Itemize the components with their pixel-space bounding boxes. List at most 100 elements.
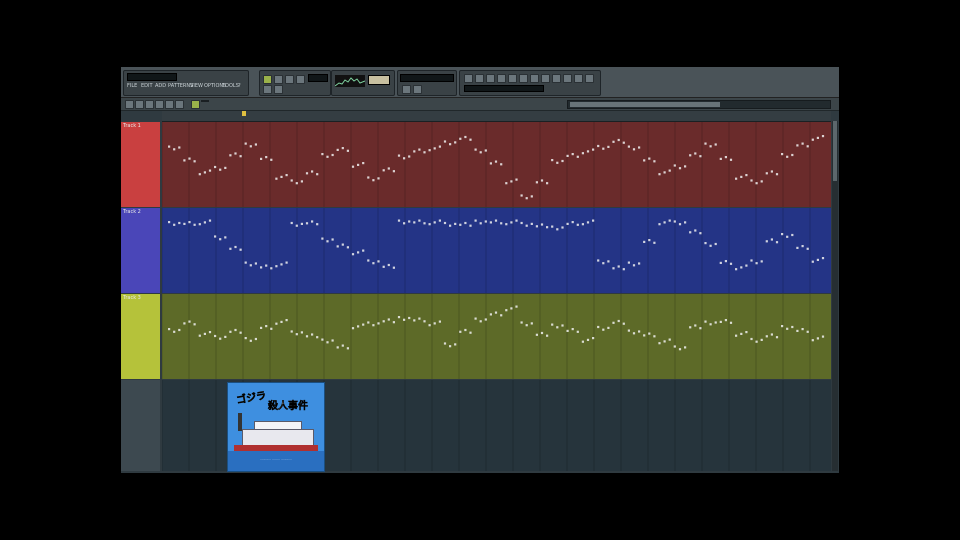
menu-edit[interactable]: EDIT <box>141 83 153 89</box>
note-mark <box>735 177 738 180</box>
video-thumbnail: ゴジラ 殺人事件 ............ ........ .........… <box>227 382 325 472</box>
master-pitch-knob[interactable] <box>413 85 422 94</box>
shortcut-5-button[interactable] <box>508 74 517 83</box>
shortcut-3-button[interactable] <box>486 74 495 83</box>
tempo-display[interactable] <box>308 74 328 82</box>
note-mark <box>372 324 375 327</box>
note-mark <box>377 260 380 263</box>
track-header-2[interactable]: Track 2 <box>121 208 160 293</box>
metronome-button[interactable] <box>274 85 283 94</box>
note-mark <box>520 321 523 324</box>
horizontal-scroll-thumb[interactable] <box>570 102 720 107</box>
track-header-4[interactable] <box>121 380 160 471</box>
note-mark <box>280 320 283 323</box>
note-mark <box>714 321 717 324</box>
note-mark <box>586 221 590 224</box>
delete-tool-icon[interactable] <box>155 100 164 109</box>
note-mark <box>576 330 579 333</box>
track-lane-2[interactable] <box>162 208 831 293</box>
pattern-song-toggle[interactable] <box>263 75 272 84</box>
note-mark <box>224 335 227 338</box>
note-mark <box>576 223 579 226</box>
note-mark <box>566 154 569 157</box>
hint-bar <box>127 73 177 81</box>
shortcut-1-button[interactable] <box>464 74 473 83</box>
note-mark <box>821 257 825 260</box>
note-mark <box>632 264 636 267</box>
note-mark <box>586 150 590 153</box>
note-mark <box>597 259 600 262</box>
pattern-selector[interactable] <box>464 85 544 92</box>
note-mark <box>244 261 247 264</box>
zoom-tool-icon[interactable] <box>175 100 184 109</box>
pattern-clip-2[interactable] <box>162 208 831 293</box>
pattern-clip-3[interactable] <box>162 294 831 379</box>
note-mark <box>535 225 538 228</box>
note-mark <box>214 165 217 169</box>
track-name: Track 2 <box>123 209 141 215</box>
shortcut-7-button[interactable] <box>530 74 539 83</box>
note-mark <box>658 173 661 176</box>
menu-tools[interactable]: TOOLS <box>222 83 239 89</box>
menu-help[interactable]: ? <box>238 83 241 89</box>
note-mark <box>786 235 789 238</box>
snap-button[interactable] <box>263 85 272 94</box>
vertical-scrollbar[interactable] <box>832 121 838 471</box>
playhead-marker[interactable] <box>242 111 246 116</box>
note-mark <box>821 135 825 138</box>
draw-tool-icon[interactable] <box>135 100 144 109</box>
note-mark <box>254 262 257 265</box>
note-mark <box>372 179 375 182</box>
note-mark <box>479 222 482 225</box>
shortcut-2-button[interactable] <box>475 74 484 83</box>
shortcut-10-button[interactable] <box>563 74 572 83</box>
record-button[interactable] <box>296 75 305 84</box>
note-mark <box>382 320 385 323</box>
shortcut-12-button[interactable] <box>585 74 594 83</box>
note-mark <box>745 174 748 177</box>
note-mark <box>382 169 385 172</box>
play-button[interactable] <box>274 75 283 84</box>
note-mark <box>285 261 288 264</box>
track-header-1[interactable]: Track 1 <box>121 122 160 207</box>
vertical-scroll-thumb[interactable] <box>833 121 837 181</box>
track-header-3[interactable]: Track 3 <box>121 294 160 379</box>
note-mark <box>423 151 426 154</box>
snap-setting[interactable] <box>201 100 209 102</box>
horizontal-scrollbar[interactable] <box>567 100 831 109</box>
note-mark <box>658 342 661 345</box>
snap-magnet-icon[interactable] <box>191 100 200 109</box>
stop-button[interactable] <box>285 75 294 84</box>
note-mark <box>372 262 375 265</box>
thumbnail-title-line2: 殺人事件 <box>268 401 308 412</box>
note-mark <box>796 246 799 249</box>
menu-file[interactable]: FILE <box>127 83 137 89</box>
note-mark <box>678 348 682 351</box>
note-mark <box>505 309 508 312</box>
note-mark <box>188 157 191 160</box>
note-mark <box>316 173 319 176</box>
note-mark <box>709 323 712 326</box>
shortcut-11-button[interactable] <box>574 74 583 83</box>
timeline-ruler[interactable] <box>162 111 831 122</box>
track-lane-3[interactable] <box>162 294 831 379</box>
paint-tool-icon[interactable] <box>145 100 154 109</box>
menu-add[interactable]: ADD <box>155 83 166 89</box>
menu-view[interactable]: VIEW <box>190 83 203 89</box>
note-mark <box>561 226 564 229</box>
note-mark <box>581 223 584 226</box>
note-mark <box>193 160 196 163</box>
track-lane-1[interactable] <box>162 122 831 207</box>
note-mark <box>438 219 441 222</box>
shortcut-6-button[interactable] <box>519 74 528 83</box>
master-volume-knob[interactable] <box>402 85 411 94</box>
playlist-menu-icon[interactable] <box>125 100 134 109</box>
shortcut-8-button[interactable] <box>541 74 550 83</box>
note-mark <box>341 243 344 246</box>
pattern-clip-1[interactable] <box>162 122 831 207</box>
select-tool-icon[interactable] <box>165 100 174 109</box>
shortcut-9-button[interactable] <box>552 74 561 83</box>
shortcut-4-button[interactable] <box>497 74 506 83</box>
note-mark <box>341 147 344 150</box>
note-mark <box>413 221 416 224</box>
